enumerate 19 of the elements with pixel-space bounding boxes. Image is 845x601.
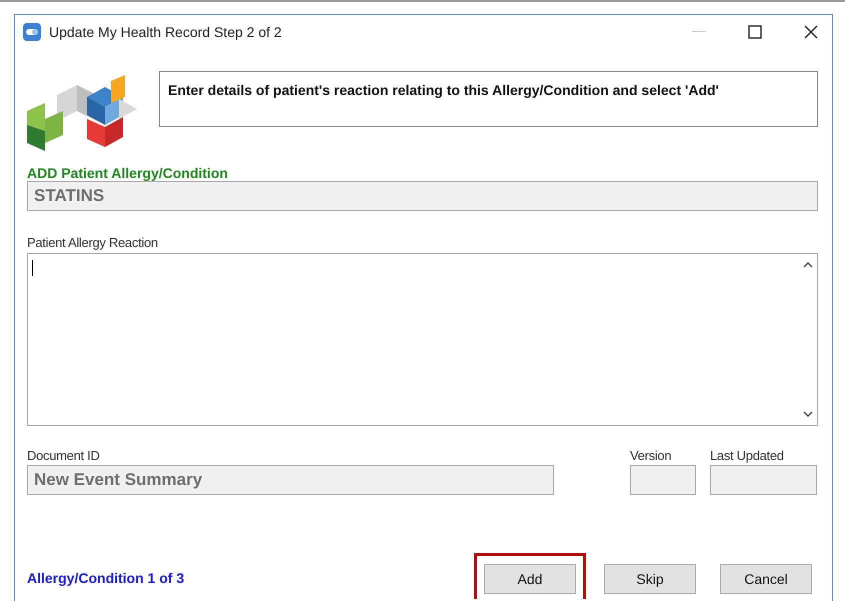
field-label: Document ID xyxy=(27,448,101,463)
app-icon xyxy=(23,23,41,41)
field-label: Last Updated xyxy=(710,448,785,463)
window-title: Update My Health Record Step 2 of 2 xyxy=(49,24,282,40)
dialog-button[interactable]: Cancel xyxy=(720,564,812,594)
document-id-field[interactable]: New Event Summary xyxy=(27,465,554,495)
close-icon[interactable] xyxy=(804,25,818,39)
minimize-icon[interactable] xyxy=(692,31,706,33)
dialog-button[interactable]: Skip xyxy=(604,564,696,594)
field-label: Version xyxy=(630,448,672,463)
maximize-icon[interactable] xyxy=(748,25,762,39)
field-label: Patient Allergy Reaction xyxy=(27,235,159,250)
last-updated-field[interactable] xyxy=(710,465,817,495)
section-heading: ADD Patient Allergy/Condition xyxy=(27,165,229,181)
progress-text: Allergy/Condition 1 of 3 xyxy=(27,570,184,586)
version-field[interactable] xyxy=(630,465,696,495)
instruction-box: Enter details of patient's reaction relating to this Allergy/Condition and select 'Add' xyxy=(159,71,818,127)
dialog-button[interactable]: Add xyxy=(484,564,576,594)
allergy-field[interactable]: STATINS xyxy=(27,181,818,211)
